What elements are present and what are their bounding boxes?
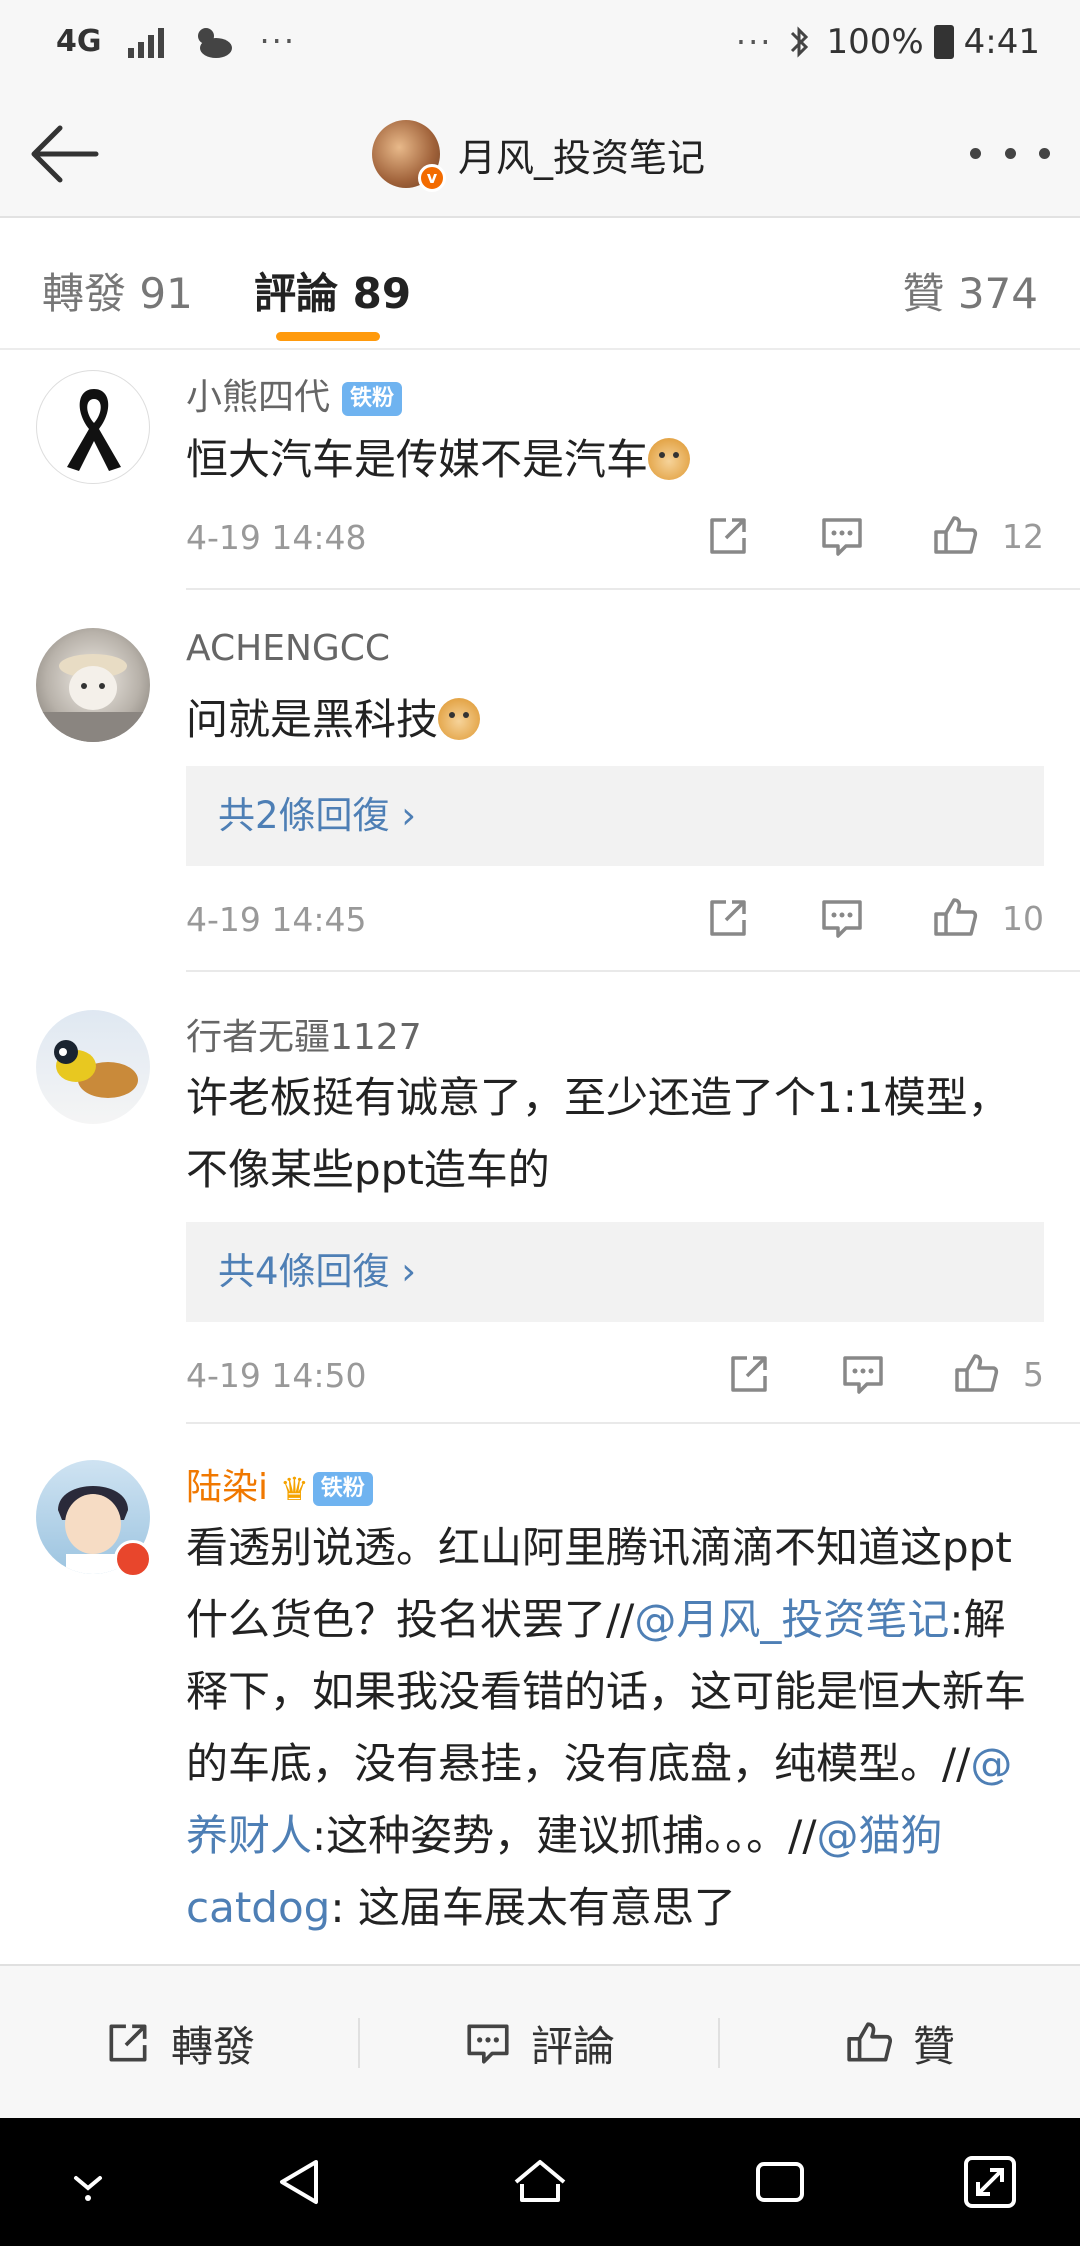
comment-icon[interactable] bbox=[818, 512, 866, 560]
home-icon[interactable] bbox=[510, 2152, 570, 2212]
thumbs-up-icon bbox=[955, 1354, 999, 1392]
like-button[interactable]: 12 bbox=[932, 512, 1044, 560]
mention-link[interactable]: @月风_投资笔记 bbox=[634, 1595, 949, 1644]
status-bar: 4G ··· ··· 100% 4:41 bbox=[0, 0, 1080, 90]
more-notifications-icon: ··· bbox=[259, 22, 297, 60]
back-nav-icon[interactable] bbox=[270, 2152, 330, 2212]
comment-divider bbox=[186, 1422, 1080, 1424]
top-nav-bar: v 月风_投资笔记 bbox=[0, 90, 1080, 218]
replies-link[interactable]: 共2條回復 › bbox=[186, 766, 1044, 866]
member-badge-icon bbox=[114, 1540, 152, 1578]
like-count: 12 bbox=[1002, 516, 1044, 556]
replies-link[interactable]: 共4條回復 › bbox=[186, 1222, 1044, 1322]
more-options-icon[interactable] bbox=[970, 128, 1050, 178]
thumbs-up-icon bbox=[847, 2022, 892, 2062]
tab-comments[interactable]: 評論 89 bbox=[254, 260, 411, 321]
comment-button[interactable]: 評論 bbox=[360, 1966, 718, 2120]
comment-time: 4-19 14:45 bbox=[186, 900, 367, 939]
verified-badge-icon: v bbox=[418, 164, 446, 192]
doge-emoji-icon bbox=[438, 698, 481, 740]
comment-icon bbox=[467, 2024, 509, 2064]
comment-meta: 4-19 14:50 5 bbox=[186, 1350, 1044, 1410]
share-icon bbox=[109, 2024, 147, 2062]
crown-icon: ♛ bbox=[280, 1470, 309, 1508]
black-ribbon-icon bbox=[67, 389, 121, 471]
comment-username[interactable]: ACHENGCC bbox=[186, 628, 390, 669]
hide-keyboard-icon[interactable] bbox=[58, 2152, 118, 2212]
expand-icon[interactable] bbox=[960, 2152, 1020, 2212]
comment-item: 行者无疆1127 许老板挺有诚意了，至少还造了个1:1模型，不像某些ppt造车的… bbox=[0, 990, 1080, 1424]
doge-emoji-icon bbox=[648, 438, 691, 480]
tab-reposts[interactable]: 轉發 91 bbox=[42, 260, 193, 321]
active-tab-indicator bbox=[276, 332, 380, 341]
user-avatar[interactable] bbox=[36, 370, 150, 484]
comment-item: 小熊四代 铁粉 恒大汽车是传媒不是汽车 4-19 14:48 12 bbox=[0, 350, 1080, 590]
author-avatar[interactable]: v bbox=[372, 120, 446, 192]
share-icon[interactable] bbox=[725, 1350, 773, 1398]
comment-text: 问就是黑科技 bbox=[186, 684, 1046, 756]
author-name[interactable]: 月风_投资笔记 bbox=[458, 127, 705, 182]
weibo-comments-screen: 4G ··· ··· 100% 4:41 v 月风_投资笔记 轉發 91 評論 … bbox=[0, 0, 1080, 2246]
comment-meta: 4-19 14:45 10 bbox=[186, 894, 1044, 954]
like-count: 10 bbox=[1002, 898, 1044, 938]
user-avatar[interactable] bbox=[36, 1010, 150, 1124]
comment-time: 4-19 14:50 bbox=[186, 1356, 367, 1395]
comment-time: 4-19 14:48 bbox=[186, 518, 367, 557]
comment-meta: 4-19 14:48 12 bbox=[186, 512, 1044, 572]
bird-picture bbox=[54, 1040, 138, 1098]
comment-username[interactable]: 行者无疆1127 bbox=[186, 1008, 422, 1060]
like-post-button[interactable]: 贊 bbox=[720, 1966, 1080, 2120]
clock: 4:41 bbox=[963, 22, 1040, 62]
signal-icon bbox=[127, 24, 164, 58]
network-indicator: 4G bbox=[56, 23, 102, 59]
back-arrow-icon[interactable] bbox=[24, 116, 108, 192]
like-count: 5 bbox=[1023, 1354, 1044, 1394]
comment-icon[interactable] bbox=[818, 894, 866, 942]
repost-button[interactable]: 轉發 bbox=[0, 1966, 358, 2120]
comment-text: 看透别说透。红山阿里腾讯滴滴不知道这ppt什么货色？投名状罢了//@月风_投资笔… bbox=[186, 1523, 1027, 1932]
recent-apps-icon[interactable] bbox=[750, 2152, 810, 2212]
bottom-action-bar: 轉發 評論 贊 bbox=[0, 1964, 1080, 2118]
cat-with-hat-picture bbox=[36, 654, 150, 742]
comment-icon[interactable] bbox=[839, 1350, 887, 1398]
comment-username[interactable]: 小熊四代 铁粉 bbox=[186, 368, 403, 420]
status-more-icon: ··· bbox=[735, 23, 773, 61]
weather-icon bbox=[197, 28, 232, 58]
fan-badge: 铁粉 bbox=[342, 382, 403, 416]
thumbs-up-icon bbox=[934, 898, 978, 936]
share-icon[interactable] bbox=[704, 894, 752, 942]
like-button[interactable]: 10 bbox=[932, 894, 1044, 942]
comment-username[interactable]: 陆染i ♛ 铁粉 bbox=[186, 1458, 373, 1510]
system-nav-bar bbox=[0, 2118, 1080, 2246]
battery-icon bbox=[933, 25, 954, 59]
comment-item: ACHENGCC 问就是黑科技 共2條回復 › 4-19 14:45 10 bbox=[0, 608, 1080, 972]
comment-divider bbox=[186, 970, 1080, 972]
battery-percent: 100% bbox=[826, 22, 924, 62]
author-header[interactable]: v 月风_投资笔记 bbox=[372, 116, 705, 192]
thumbs-up-icon bbox=[934, 516, 978, 554]
tab-likes[interactable]: 贊 374 bbox=[902, 260, 1038, 321]
bluetooth-icon bbox=[791, 26, 809, 58]
comment-text: 许老板挺有诚意了，至少还造了个1:1模型，不像某些ppt造车的 bbox=[186, 1073, 1010, 1194]
like-button[interactable]: 5 bbox=[953, 1350, 1044, 1398]
comment-divider bbox=[186, 588, 1080, 590]
comment-text: 恒大汽车是传媒不是汽车 bbox=[186, 424, 1046, 496]
user-avatar[interactable] bbox=[36, 628, 150, 742]
tab-bar: 轉發 91 評論 89 贊 374 bbox=[0, 218, 1080, 350]
fan-badge: 铁粉 bbox=[312, 1472, 373, 1506]
share-icon[interactable] bbox=[704, 512, 752, 560]
comment-item: 陆染i ♛ 铁粉 看透别说透。红山阿里腾讯滴滴不知道这ppt什么货色？投名状罢了//… bbox=[0, 1440, 1080, 1964]
